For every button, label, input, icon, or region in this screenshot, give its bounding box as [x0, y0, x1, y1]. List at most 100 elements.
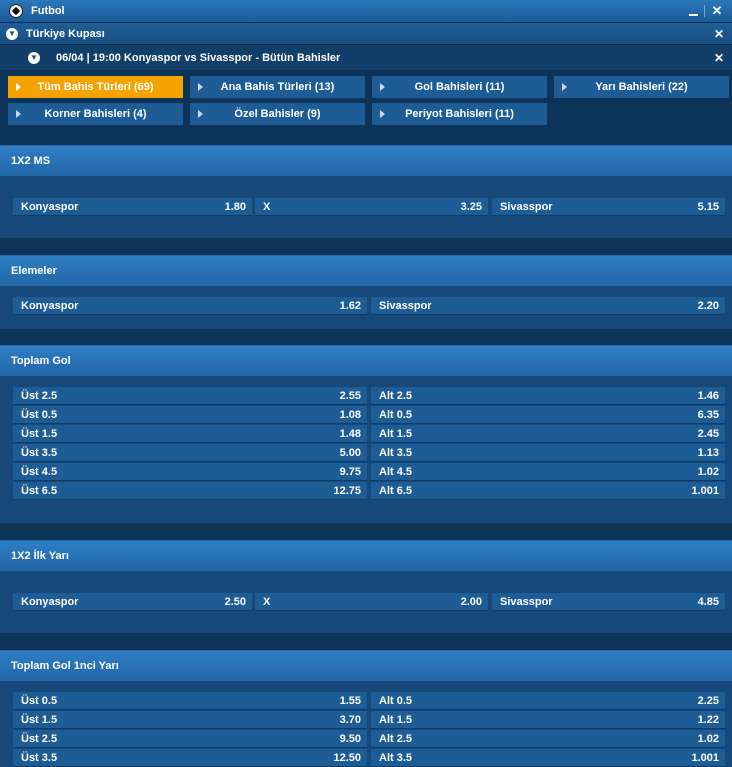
odd-cell-under[interactable]: Alt 2.5 1.46 [371, 387, 725, 405]
odd-value: 2.45 [697, 427, 719, 440]
odd-value: 5.15 [697, 200, 719, 213]
odd-value: 1.02 [697, 732, 719, 745]
tab-corner-bets[interactable]: Korner Bahisleri (4) [8, 103, 183, 125]
tab-main-bets[interactable]: Ana Bahis Türleri (13) [190, 76, 365, 98]
minimize-icon [689, 13, 698, 16]
minimize-button[interactable] [683, 4, 701, 19]
tab-goal-bets[interactable]: Gol Bahisleri (11) [372, 76, 547, 98]
selection-label: Üst 6.5 [21, 484, 58, 497]
league-title: Türkiye Kupası [26, 27, 105, 40]
odd-value: 4.85 [697, 595, 719, 608]
odd-cell-under[interactable]: Alt 1.5 1.22 [371, 711, 725, 729]
odd-cell-over[interactable]: Üst 4.5 9.75 [13, 463, 367, 481]
odd-cell-home[interactable]: Konyaspor 1.62 [13, 297, 367, 315]
odd-cell-over[interactable]: Üst 3.5 5.00 [13, 444, 367, 462]
league-bar[interactable]: ▼ Türkiye Kupası ✕ [0, 23, 732, 45]
odd-cell-under[interactable]: Alt 4.5 1.02 [371, 463, 725, 481]
selection-label: Üst 1.5 [21, 427, 58, 440]
odd-cell-over[interactable]: Üst 1.5 1.48 [13, 425, 367, 443]
odd-value: 1.001 [691, 484, 719, 497]
odd-value: 5.00 [339, 446, 361, 459]
odd-cell-over[interactable]: Üst 1.5 3.70 [13, 711, 367, 729]
odd-cell-over[interactable]: Üst 2.5 9.50 [13, 730, 367, 748]
odd-value: 12.75 [333, 484, 361, 497]
tab-label: Tüm Bahis Türleri (69) [37, 81, 154, 93]
tab-period-bets[interactable]: Periyot Bahisleri (11) [372, 103, 547, 125]
divider [704, 5, 705, 17]
odd-cell-under[interactable]: Alt 0.5 2.25 [371, 692, 725, 710]
selection-label: Üst 2.5 [21, 389, 58, 402]
odd-value: 12.50 [333, 751, 361, 764]
odd-cell-draw[interactable]: X 2.00 [255, 593, 488, 611]
odd-cell-over[interactable]: Üst 3.5 12.50 [13, 749, 367, 767]
soccer-ball-icon [9, 4, 23, 18]
market-elemeler: Elemeler Konyaspor 1.62 Sivasspor 2.20 [0, 255, 732, 329]
match-bar[interactable]: ▼ 06/04 | 19:00 Konyaspor vs Sivasspor -… [0, 45, 732, 71]
selection-label: Üst 3.5 [21, 446, 58, 459]
odd-value: 3.70 [339, 713, 361, 726]
selection-label: Üst 2.5 [21, 732, 58, 745]
odd-cell-over[interactable]: Üst 0.5 1.08 [13, 406, 367, 424]
odd-value: 2.25 [697, 694, 719, 707]
selection-label: Alt 1.5 [379, 713, 413, 726]
odd-cell-over[interactable]: Üst 2.5 2.55 [13, 387, 367, 405]
odd-cell-home[interactable]: Konyaspor 2.50 [13, 593, 252, 611]
caret-right-icon [198, 110, 203, 118]
selection-label: Konyaspor [21, 200, 79, 213]
caret-right-icon [380, 83, 385, 91]
odd-value: 9.75 [339, 465, 361, 478]
odd-cell-away[interactable]: Sivasspor 2.20 [371, 297, 725, 315]
caret-right-icon [562, 83, 567, 91]
selection-label: Alt 0.5 [379, 408, 413, 421]
market-title: Elemeler [0, 256, 732, 286]
odd-value: 1.001 [691, 751, 719, 764]
odd-cell-over[interactable]: Üst 0.5 1.55 [13, 692, 367, 710]
selection-label: Üst 0.5 [21, 694, 58, 707]
odd-cell-under[interactable]: Alt 6.5 1.001 [371, 482, 725, 500]
tab-special-bets[interactable]: Özel Bahisler (9) [190, 103, 365, 125]
odd-value: 3.25 [460, 200, 482, 213]
odd-value: 1.13 [697, 446, 719, 459]
tab-half-bets[interactable]: Yarı Bahisleri (22) [554, 76, 729, 98]
tab-all-bets[interactable]: Tüm Bahis Türleri (69) [8, 76, 183, 98]
odd-cell-under[interactable]: Alt 3.5 1.13 [371, 444, 725, 462]
odd-cell-away[interactable]: Sivasspor 5.15 [492, 198, 725, 216]
selection-label: Sivasspor [500, 200, 553, 213]
selection-label: Alt 2.5 [379, 389, 413, 402]
caret-right-icon [16, 110, 21, 118]
odd-value: 2.55 [339, 389, 361, 402]
tab-label: Gol Bahisleri (11) [414, 81, 505, 93]
sport-title: Futbol [31, 5, 65, 17]
selection-label: Konyaspor [21, 299, 79, 312]
odd-cell-under[interactable]: Alt 2.5 1.02 [371, 730, 725, 748]
odd-cell-under[interactable]: Alt 3.5 1.001 [371, 749, 725, 767]
market-title: Toplam Gol [0, 346, 732, 376]
odd-value: 1.48 [339, 427, 361, 440]
selection-label: X [263, 595, 271, 608]
odd-cell-home[interactable]: Konyaspor 1.80 [13, 198, 252, 216]
league-close-button[interactable]: ✕ [710, 27, 728, 41]
odd-cell-draw[interactable]: X 3.25 [255, 198, 488, 216]
market-1x2-ms: 1X2 MS Konyaspor 1.80 X 3.25 Sivasspor 5… [0, 145, 732, 238]
tab-label: Ana Bahis Türleri (13) [220, 81, 335, 93]
market-1x2-ilk-yari: 1X2 İlk Yarı Konyaspor 2.50 X 2.00 Sivas… [0, 540, 732, 633]
market-title: 1X2 MS [0, 146, 732, 176]
close-button[interactable]: ✕ [708, 3, 726, 19]
selection-label: Alt 6.5 [379, 484, 413, 497]
odd-value: 1.22 [697, 713, 719, 726]
market-toplam-gol: Toplam Gol Üst 2.5 2.55 Alt 2.5 1.46 Üst 0… [0, 345, 732, 523]
odd-cell-away[interactable]: Sivasspor 4.85 [492, 593, 725, 611]
selection-label: Alt 3.5 [379, 751, 413, 764]
odd-value: 1.46 [697, 389, 719, 402]
tab-label: Periyot Bahisleri (11) [405, 108, 514, 120]
odd-value: 2.00 [460, 595, 482, 608]
odd-cell-under[interactable]: Alt 1.5 2.45 [371, 425, 725, 443]
chevron-down-icon[interactable]: ▼ [6, 27, 18, 40]
odd-value: 9.50 [339, 732, 361, 745]
odd-cell-over[interactable]: Üst 6.5 12.75 [13, 482, 367, 500]
odd-cell-under[interactable]: Alt 0.5 6.35 [371, 406, 725, 424]
chevron-down-icon[interactable]: ▼ [28, 51, 40, 64]
odd-value: 2.20 [697, 299, 719, 312]
match-close-button[interactable]: ✕ [710, 51, 728, 65]
caret-right-icon [16, 83, 21, 91]
